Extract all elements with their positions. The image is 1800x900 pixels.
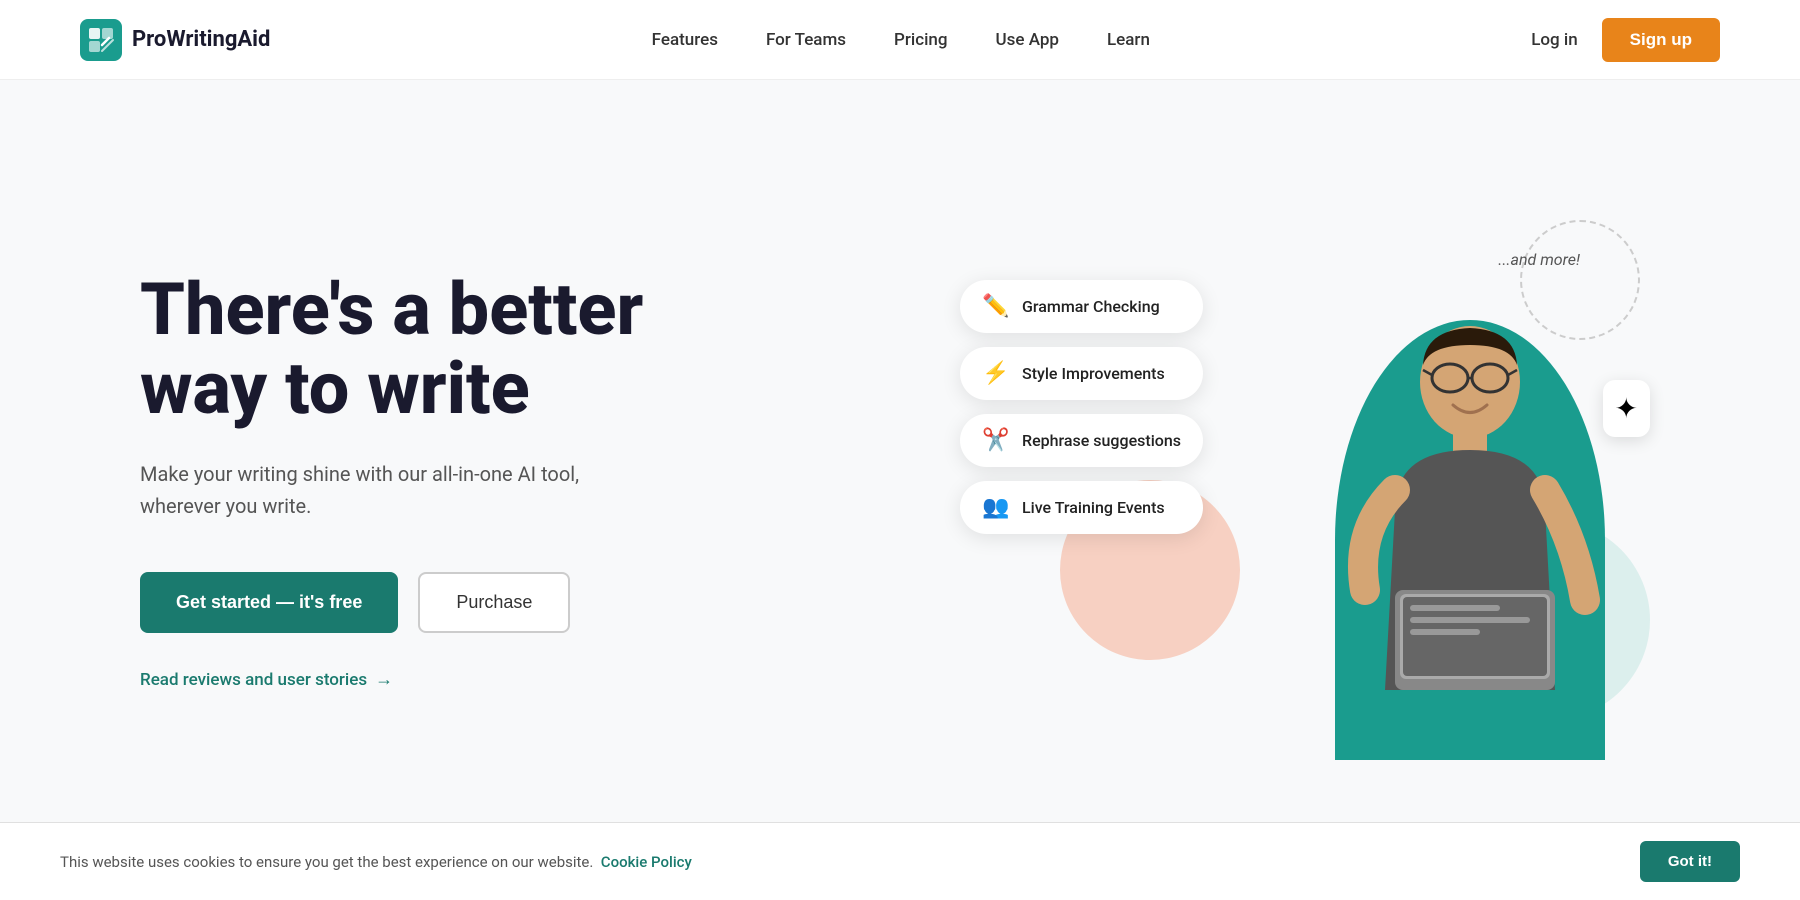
training-icon: 👥 — [982, 495, 1010, 520]
pill-training: 👥 Live Training Events — [960, 481, 1203, 534]
hero-left: There's a better way to write Make your … — [140, 270, 643, 690]
style-icon: ⚡ — [982, 361, 1010, 386]
hero-title: There's a better way to write — [140, 270, 643, 428]
feature-pills: ✏️ Grammar Checking ⚡ Style Improvements… — [960, 280, 1203, 534]
grammar-icon: ✏️ — [982, 294, 1010, 319]
nav-pricing[interactable]: Pricing — [894, 30, 948, 50]
pill-training-label: Live Training Events — [1022, 498, 1165, 517]
get-started-button[interactable]: Get started — it's free — [140, 572, 398, 633]
nav-links: Features For Teams Pricing Use App Learn — [652, 30, 1150, 50]
hero-buttons: Get started — it's free Purchase — [140, 572, 643, 633]
review-link-text: Read reviews and user stories — [140, 670, 367, 690]
brand-name: ProWritingAid — [132, 27, 270, 52]
logo-link[interactable]: ProWritingAid — [80, 19, 270, 61]
cookie-accept-button[interactable]: Got it! — [1640, 841, 1740, 882]
sparkle-icon: ✦ — [1615, 392, 1638, 425]
and-more-label: ...and more! — [1498, 250, 1580, 269]
nav-use-app[interactable]: Use App — [996, 30, 1059, 50]
navbar: ProWritingAid Features For Teams Pricing… — [0, 0, 1800, 80]
cookie-policy-link[interactable]: Cookie Policy — [601, 853, 692, 871]
signup-button[interactable]: Sign up — [1602, 18, 1720, 62]
arrow-right-icon: → — [375, 669, 393, 690]
pill-grammar: ✏️ Grammar Checking — [960, 280, 1203, 333]
nav-for-teams[interactable]: For Teams — [766, 30, 846, 50]
hero-subtitle: Make your writing shine with our all-in-… — [140, 458, 620, 522]
login-link[interactable]: Log in — [1531, 30, 1577, 50]
pill-rephrase-label: Rephrase suggestions — [1022, 431, 1181, 450]
logo-icon — [80, 19, 122, 61]
hero-section: There's a better way to write Make your … — [0, 80, 1800, 860]
cookie-bar: This website uses cookies to ensure you … — [0, 822, 1800, 900]
nav-features[interactable]: Features — [652, 30, 718, 50]
review-link[interactable]: Read reviews and user stories → — [140, 669, 643, 690]
pill-style: ⚡ Style Improvements — [960, 347, 1203, 400]
rephrase-icon: ✂️ — [982, 428, 1010, 453]
purchase-button[interactable]: Purchase — [418, 572, 570, 633]
pill-style-label: Style Improvements — [1022, 364, 1165, 383]
pill-grammar-label: Grammar Checking — [1022, 297, 1160, 316]
hero-illustration: ...and more! ✦ — [960, 200, 1660, 760]
sparkle-badge: ✦ — [1603, 380, 1650, 437]
nav-right: Log in Sign up — [1531, 18, 1720, 62]
cookie-text: This website uses cookies to ensure you … — [60, 853, 692, 871]
nav-learn[interactable]: Learn — [1107, 30, 1150, 50]
pill-rephrase: ✂️ Rephrase suggestions — [960, 414, 1203, 467]
